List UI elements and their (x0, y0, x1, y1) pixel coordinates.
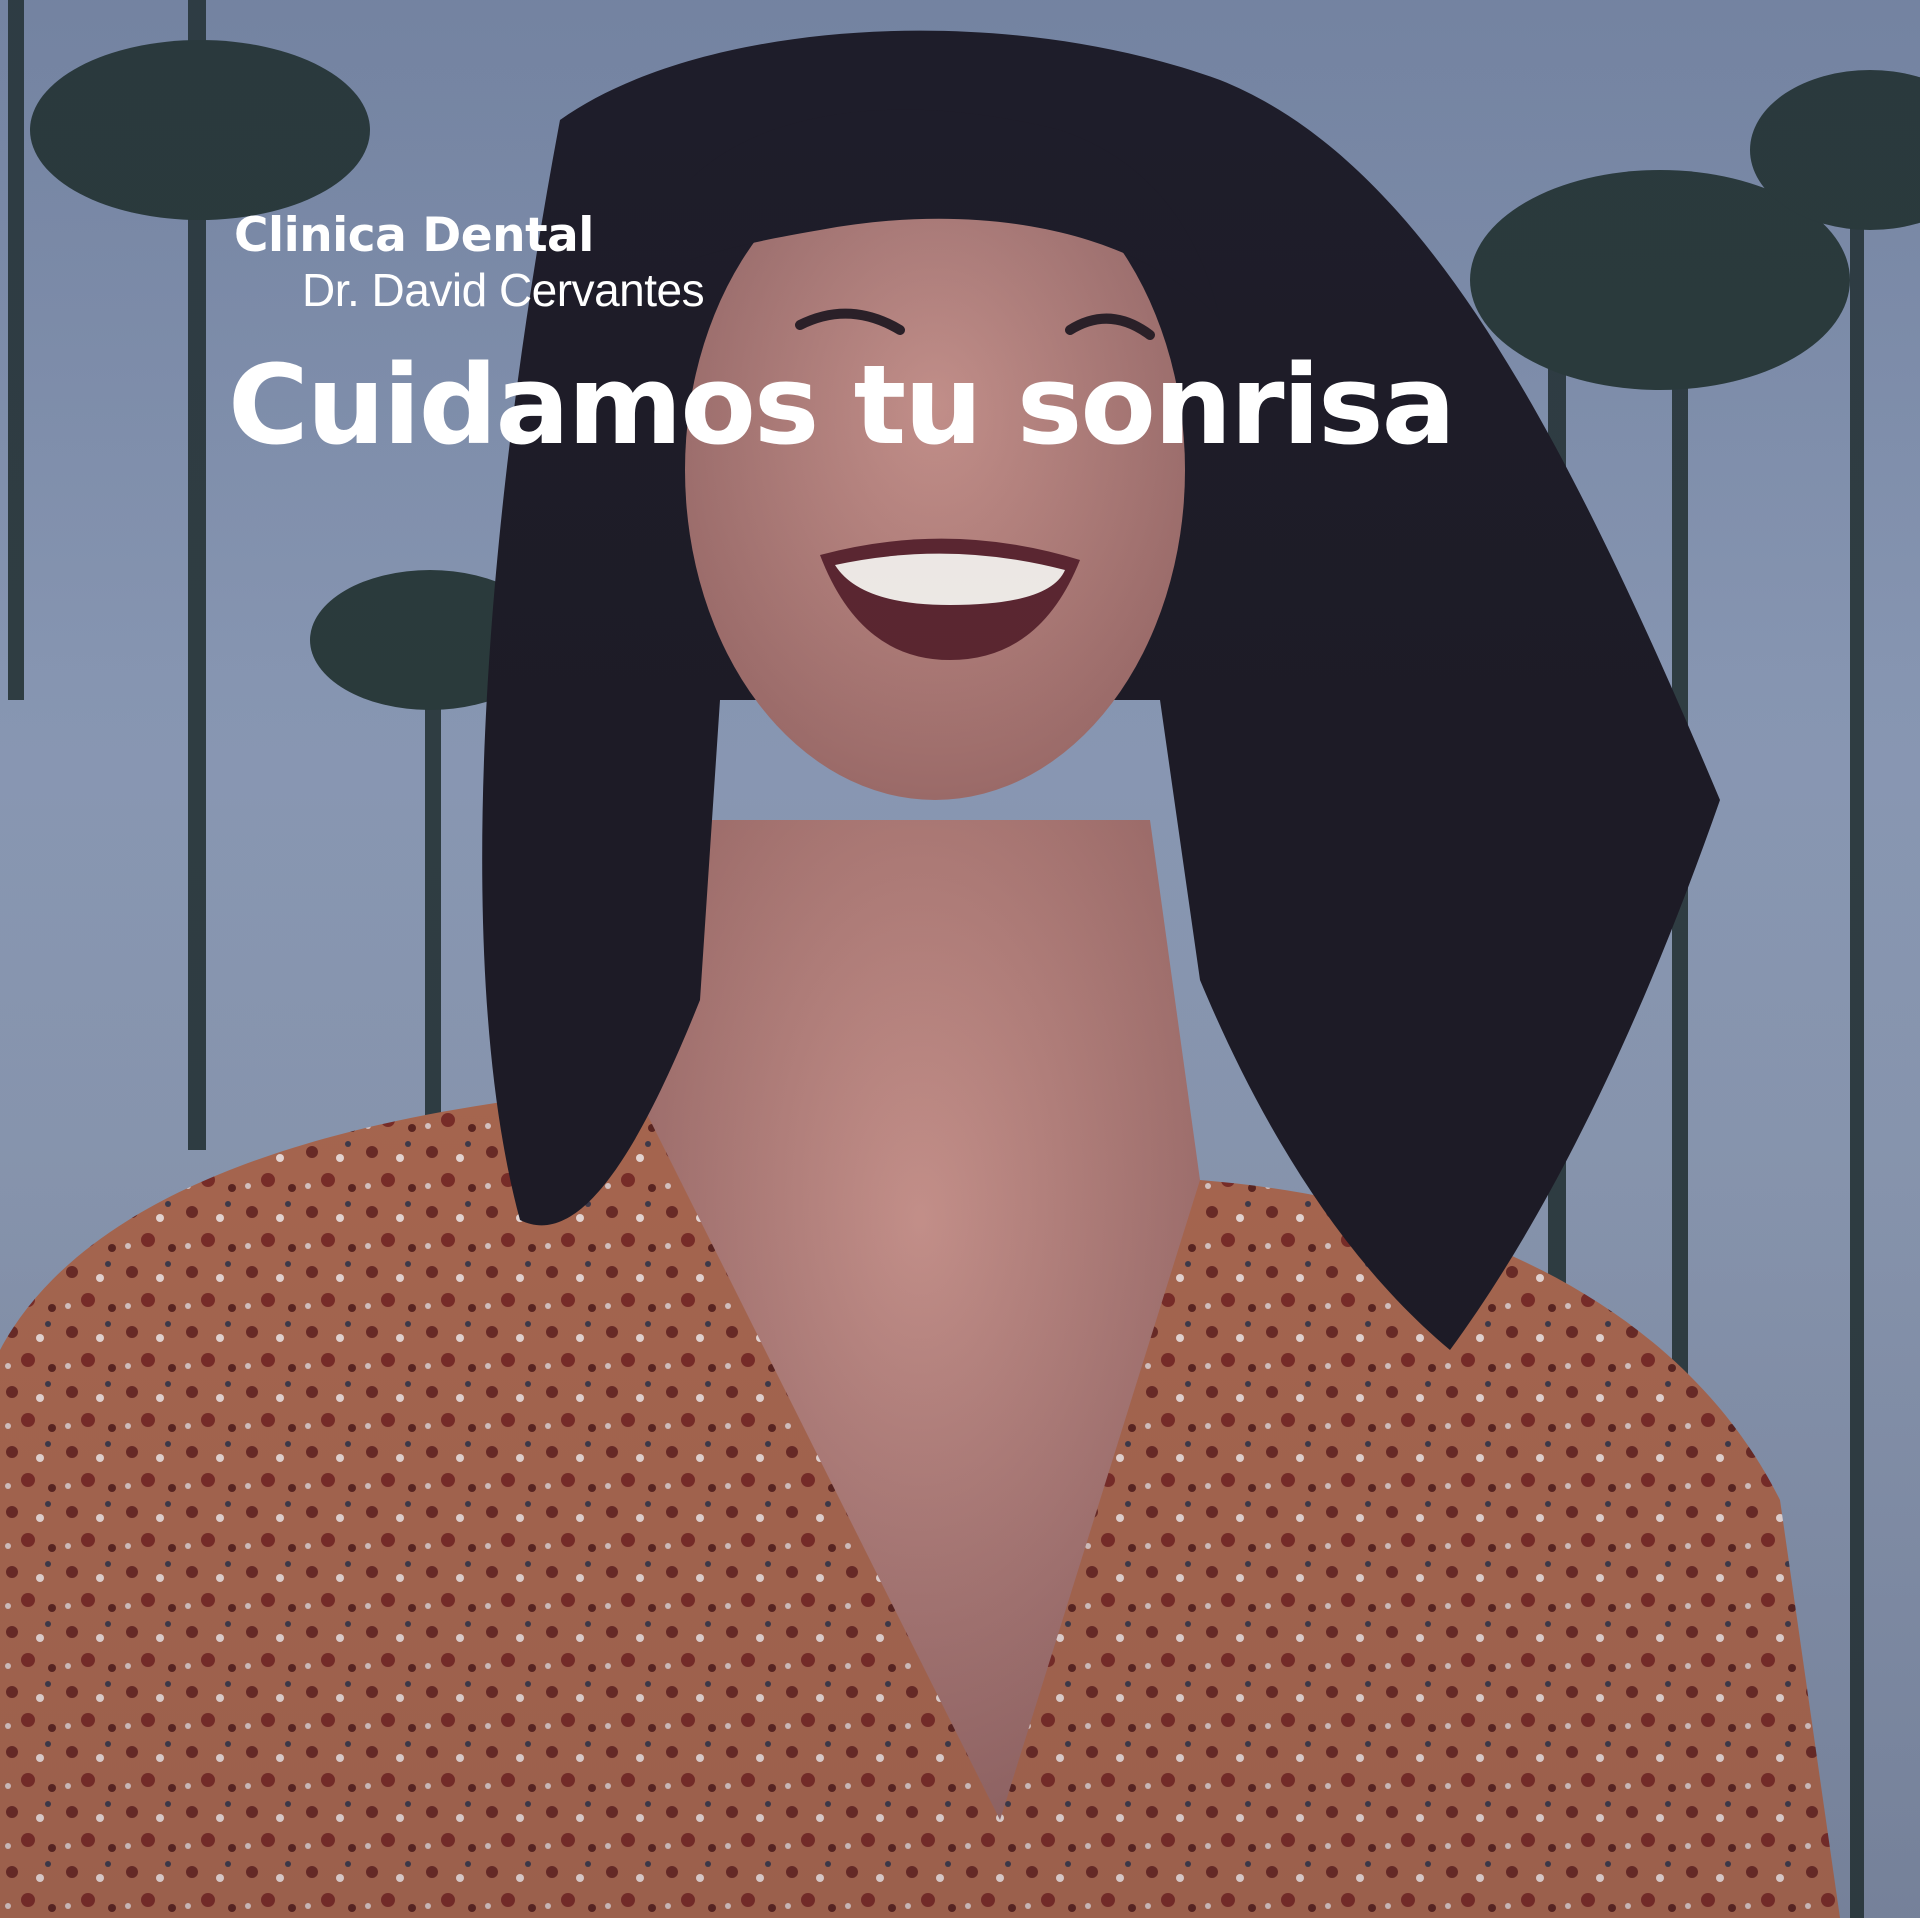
doctor-name: Dr. David Cervantes (302, 264, 705, 316)
clinic-name: Clinica Dental (234, 208, 594, 263)
hero-banner: Clinica Dental Dr. David Cervantes Cuida… (0, 0, 1920, 1918)
clinic-logo: Clinica Dental Dr. David Cervantes (234, 208, 705, 316)
hero-headline: Cuidamos tu sonrisa (228, 341, 1456, 469)
